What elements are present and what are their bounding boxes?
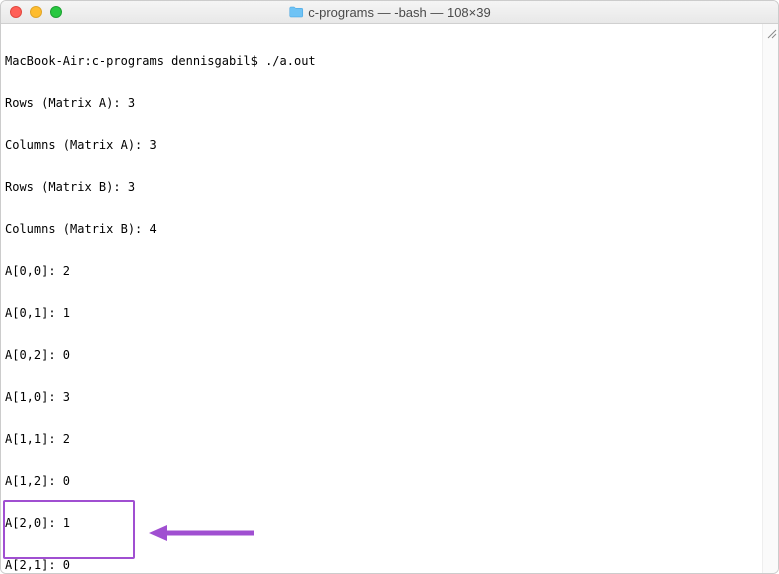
output-line: Columns (Matrix B): 4 xyxy=(5,222,758,236)
scrollbar[interactable] xyxy=(762,24,778,573)
close-button[interactable] xyxy=(10,6,22,18)
output-line: A[1,0]: 3 xyxy=(5,390,758,404)
output-line: A[0,0]: 2 xyxy=(5,264,758,278)
scroll-diagonal-icon xyxy=(765,26,777,38)
output-line: A[1,2]: 0 xyxy=(5,474,758,488)
window-title: c-programs — -bash — 108×39 xyxy=(288,5,490,20)
output-line: Rows (Matrix B): 3 xyxy=(5,180,758,194)
output-line: A[0,1]: 1 xyxy=(5,306,758,320)
prompt-line: MacBook-Air:c-programs dennisgabil$ ./a.… xyxy=(5,54,758,68)
traffic-lights xyxy=(1,6,62,18)
output-line: Rows (Matrix A): 3 xyxy=(5,96,758,110)
maximize-button[interactable] xyxy=(50,6,62,18)
folder-icon xyxy=(288,6,303,18)
window-titlebar[interactable]: c-programs — -bash — 108×39 xyxy=(1,1,778,24)
terminal-content-wrap: MacBook-Air:c-programs dennisgabil$ ./a.… xyxy=(1,24,778,573)
output-line: A[2,1]: 0 xyxy=(5,558,758,572)
output-line: A[1,1]: 2 xyxy=(5,432,758,446)
minimize-button[interactable] xyxy=(30,6,42,18)
window-title-text: c-programs — -bash — 108×39 xyxy=(308,5,490,20)
output-line: Columns (Matrix A): 3 xyxy=(5,138,758,152)
output-line: A[0,2]: 0 xyxy=(5,348,758,362)
output-line: A[2,0]: 1 xyxy=(5,516,758,530)
terminal-window: c-programs — -bash — 108×39 MacBook-Air:… xyxy=(0,0,779,574)
terminal-output[interactable]: MacBook-Air:c-programs dennisgabil$ ./a.… xyxy=(1,24,762,573)
